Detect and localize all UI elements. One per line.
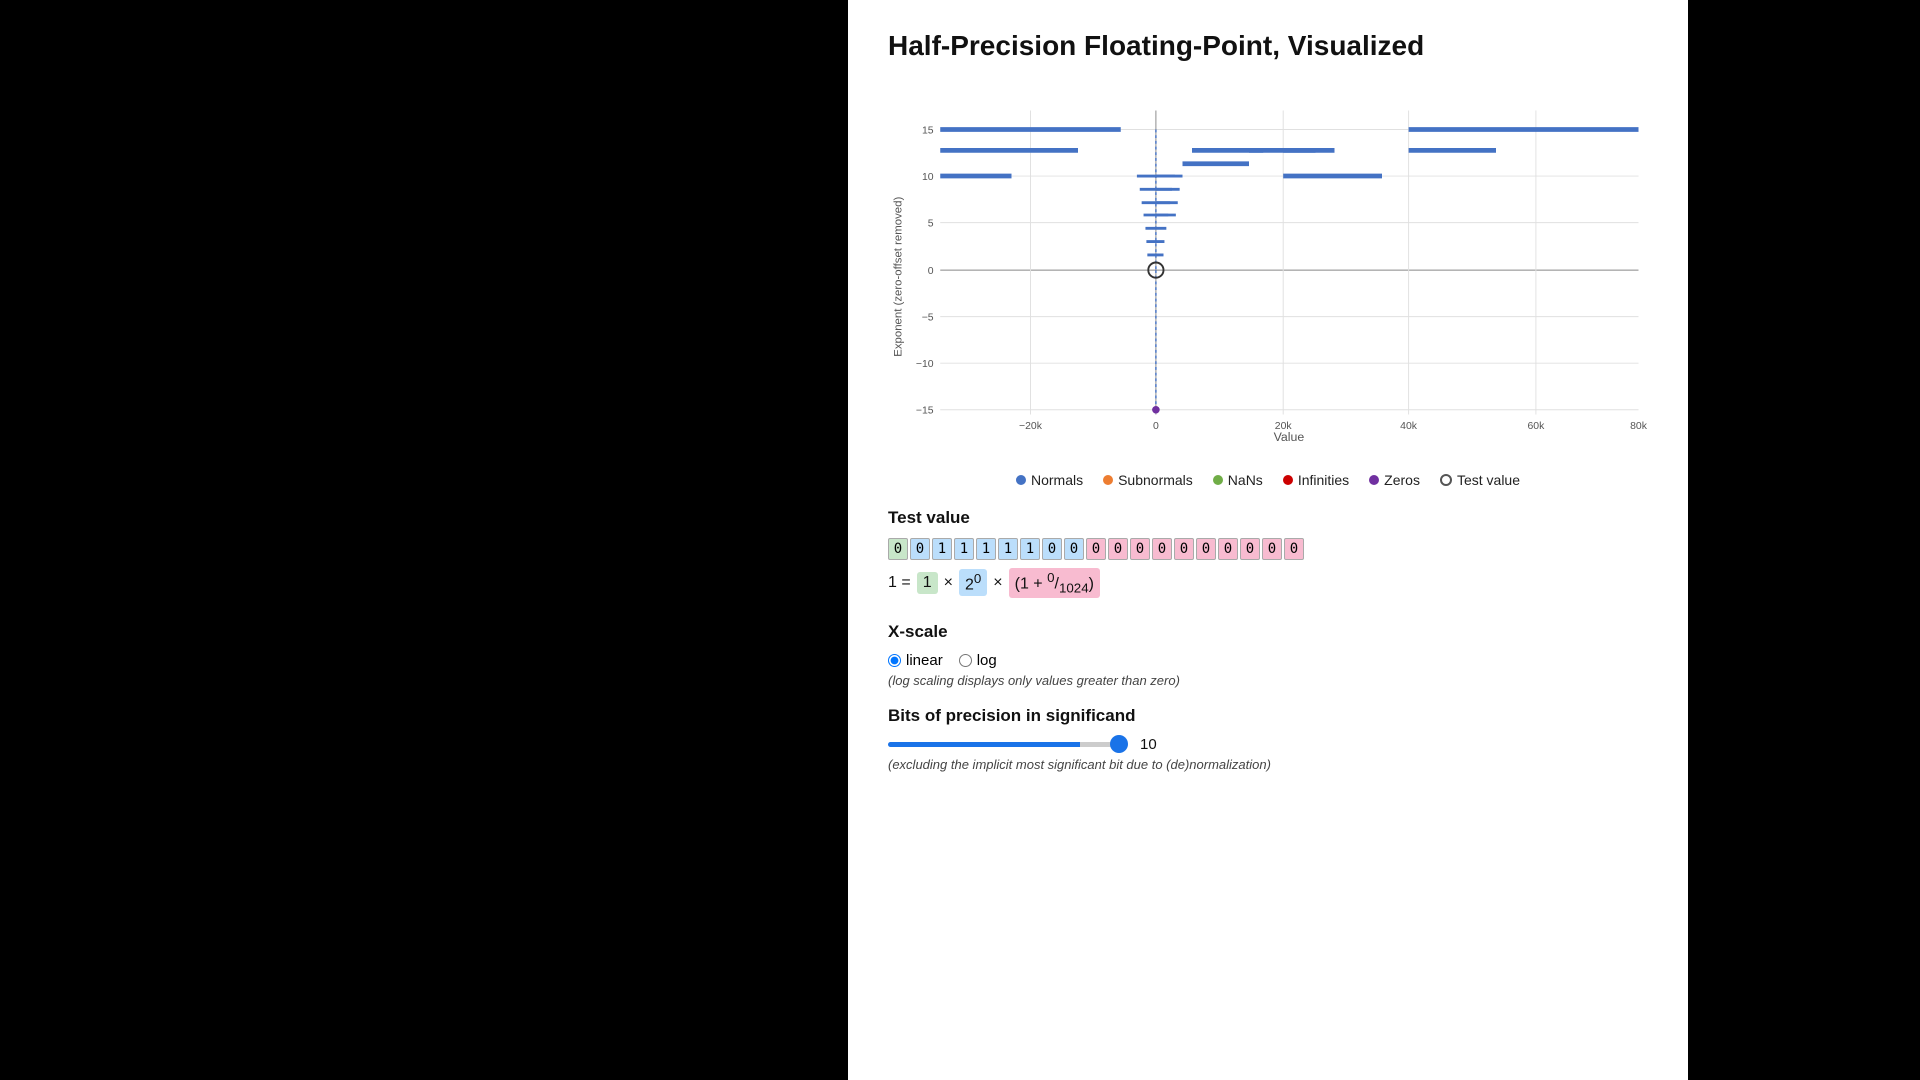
legend-infinities: Infinities bbox=[1283, 472, 1349, 488]
ytick-5: 5 bbox=[928, 218, 934, 229]
precision-slider[interactable] bbox=[888, 742, 1128, 747]
precision-section: Bits of precision in significand 10 (exc… bbox=[888, 706, 1648, 772]
formula-sign-val: 1 bbox=[917, 572, 938, 594]
bit-mant-5: 0 bbox=[1196, 538, 1216, 560]
formula-times2: × bbox=[993, 574, 1002, 592]
ytick-n10: −10 bbox=[916, 359, 934, 370]
bit-exp-5: 1 bbox=[1020, 538, 1040, 560]
precision-value: 10 bbox=[1140, 736, 1157, 753]
xtick-0: 0 bbox=[1153, 421, 1159, 432]
bit-mant-1: 0 bbox=[1108, 538, 1128, 560]
ytick-n5: −5 bbox=[922, 312, 934, 323]
zeros-dot bbox=[1369, 475, 1379, 485]
log-radio[interactable] bbox=[959, 654, 972, 667]
testvalue-label: Test value bbox=[1457, 472, 1520, 488]
page-container: Half-Precision Floating-Point, Visualize… bbox=[848, 0, 1688, 1080]
zeros-label: Zeros bbox=[1384, 472, 1420, 488]
xtick-80: 80k bbox=[1630, 421, 1648, 432]
legend: Normals Subnormals NaNs Infinities Zeros… bbox=[888, 472, 1648, 488]
formula-times1: × bbox=[944, 574, 953, 592]
test-value-section: Test value 0 0 1 1 1 1 1 0 0 0 0 0 0 0 0… bbox=[888, 508, 1648, 598]
ytick-0: 0 bbox=[928, 266, 934, 277]
legend-zeros: Zeros bbox=[1369, 472, 1420, 488]
bit-sign-0: 0 bbox=[888, 538, 908, 560]
subnormals-dot bbox=[1103, 475, 1113, 485]
ytick-15: 15 bbox=[922, 125, 934, 136]
normals-dot bbox=[1016, 475, 1026, 485]
bit-mant-6: 0 bbox=[1218, 538, 1238, 560]
xtick-60: 60k bbox=[1527, 421, 1545, 432]
bit-exp-3: 1 bbox=[976, 538, 996, 560]
subnormal-bottom-dot bbox=[1152, 406, 1160, 414]
formula-mant-val: (1 + 0/1024) bbox=[1009, 568, 1100, 598]
xscale-section: X-scale linear log (log scaling displays… bbox=[888, 622, 1648, 688]
slider-row: 10 bbox=[888, 736, 1648, 753]
precision-hint: (excluding the implicit most significant… bbox=[888, 757, 1648, 772]
page-title: Half-Precision Floating-Point, Visualize… bbox=[888, 30, 1648, 62]
linear-radio[interactable] bbox=[888, 654, 901, 667]
chart-background bbox=[940, 111, 1638, 415]
linear-radio-label[interactable]: linear bbox=[888, 652, 943, 669]
bit-mant-3: 0 bbox=[1152, 538, 1172, 560]
bit-mant-8: 0 bbox=[1262, 538, 1282, 560]
legend-nans: NaNs bbox=[1213, 472, 1263, 488]
ytick-n15: −15 bbox=[916, 406, 934, 417]
bit-mant-4: 0 bbox=[1174, 538, 1194, 560]
xtick-n20: −20k bbox=[1019, 421, 1043, 432]
bit-exp-6: 0 bbox=[1042, 538, 1062, 560]
testvalue-circle bbox=[1440, 474, 1452, 486]
bit-mant-9: 0 bbox=[1284, 538, 1304, 560]
bit-mant-7: 0 bbox=[1240, 538, 1260, 560]
y-axis-label: Exponent (zero-offset removed) bbox=[892, 197, 904, 357]
bit-display: 0 0 1 1 1 1 1 0 0 0 0 0 0 0 0 0 0 0 0 bbox=[888, 538, 1648, 560]
nans-label: NaNs bbox=[1228, 472, 1263, 488]
infinities-label: Infinities bbox=[1298, 472, 1349, 488]
legend-subnormals: Subnormals bbox=[1103, 472, 1193, 488]
bit-exp-7: 0 bbox=[1064, 538, 1084, 560]
legend-normals: Normals bbox=[1016, 472, 1083, 488]
xtick-40: 40k bbox=[1400, 421, 1418, 432]
subnormals-label: Subnormals bbox=[1118, 472, 1193, 488]
nans-dot bbox=[1213, 475, 1223, 485]
xscale-radio-row: linear log bbox=[888, 652, 1648, 669]
linear-label: linear bbox=[906, 652, 943, 669]
bit-exp-1: 1 bbox=[932, 538, 952, 560]
normals-label: Normals bbox=[1031, 472, 1083, 488]
formula-exp-val: 20 bbox=[959, 569, 987, 596]
formula-equals: 1 = bbox=[888, 574, 911, 592]
x-axis-label: Value bbox=[1274, 430, 1305, 444]
infinities-dot bbox=[1283, 475, 1293, 485]
bit-exp-2: 1 bbox=[954, 538, 974, 560]
test-value-title: Test value bbox=[888, 508, 1648, 528]
bit-mant-2: 0 bbox=[1130, 538, 1150, 560]
chart-svg: Exponent (zero-offset removed) 15 10 5 0… bbox=[888, 82, 1648, 462]
legend-testvalue: Test value bbox=[1440, 472, 1520, 488]
log-label: log bbox=[977, 652, 997, 669]
chart-area: Exponent (zero-offset removed) 15 10 5 0… bbox=[888, 82, 1648, 462]
xscale-title: X-scale bbox=[888, 622, 1648, 642]
log-radio-label[interactable]: log bbox=[959, 652, 997, 669]
bit-exp-0: 0 bbox=[910, 538, 930, 560]
ytick-10: 10 bbox=[922, 172, 934, 183]
formula-row: 1 = 1 × 20 × (1 + 0/1024) bbox=[888, 568, 1648, 598]
bit-mant-0: 0 bbox=[1086, 538, 1106, 560]
bit-exp-4: 1 bbox=[998, 538, 1018, 560]
xscale-hint: (log scaling displays only values greate… bbox=[888, 673, 1648, 688]
precision-title: Bits of precision in significand bbox=[888, 706, 1648, 726]
